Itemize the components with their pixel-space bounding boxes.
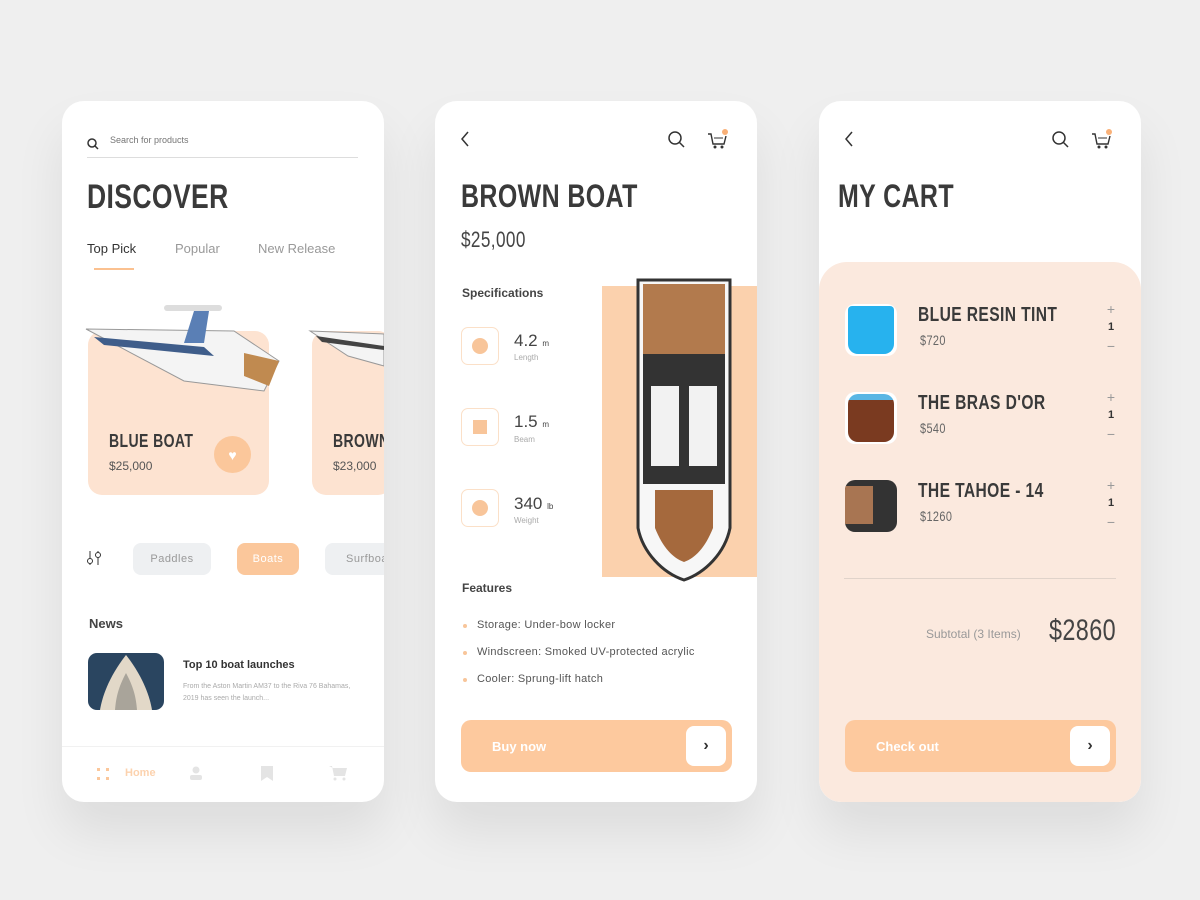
search-icon[interactable] — [668, 131, 686, 154]
cart-icon[interactable] — [707, 129, 729, 156]
checkout-button[interactable]: Check out › — [845, 720, 1116, 772]
cart-screen: MY CART BLUE RESIN TINT $720 +1 − THE BRA… — [819, 101, 1141, 802]
filter-icon[interactable] — [86, 549, 104, 567]
spec-beam-label: Beam — [514, 435, 535, 444]
spec-length-label: Length — [514, 353, 539, 362]
quantity-stepper[interactable]: +1 − — [1101, 302, 1121, 353]
profile-icon[interactable] — [189, 766, 203, 785]
search-input[interactable] — [110, 135, 356, 145]
back-icon[interactable] — [460, 131, 470, 152]
favorite-button[interactable]: ♥ — [214, 436, 251, 473]
search-underline — [87, 157, 358, 158]
product-title: BROWN BOAT — [461, 178, 638, 214]
category-surfboards[interactable]: Surfboards — [325, 543, 384, 575]
back-icon[interactable] — [844, 131, 854, 152]
beam-icon — [461, 408, 499, 446]
product-name: BLUE BOAT — [109, 431, 194, 451]
item-price: $540 — [920, 420, 946, 436]
nav-home[interactable]: Home — [125, 767, 156, 779]
product-detail-screen: BROWN BOAT $25,000 Specifications 4.2 m … — [435, 101, 757, 802]
checkout-label: Check out — [876, 738, 939, 754]
feature-item: Cooler: Sprung-lift hatch — [462, 673, 604, 685]
quantity-stepper[interactable]: +1 − — [1101, 390, 1121, 441]
item-price: $1260 — [920, 508, 953, 524]
nav-divider — [62, 746, 384, 747]
news-title[interactable]: Top 10 boat launches — [183, 659, 295, 671]
product-name: BROWN BOAT — [333, 431, 384, 451]
weight-icon — [461, 489, 499, 527]
divider — [844, 578, 1116, 579]
minus-button[interactable]: − — [1101, 427, 1121, 441]
blue-boat-image — [85, 305, 280, 392]
tab-new-release[interactable]: New Release — [258, 241, 335, 256]
brown-boat-image — [308, 330, 384, 367]
quantity-value: 1 — [1107, 409, 1115, 421]
news-heading: News — [89, 616, 123, 631]
item-name: BLUE RESIN TINT — [918, 304, 1058, 326]
feature-item: Storage: Under-bow locker — [462, 619, 616, 631]
features-heading: Features — [462, 581, 513, 595]
item-name: THE TAHOE - 14 — [918, 480, 1044, 502]
bookmark-icon[interactable] — [261, 766, 273, 786]
item-thumbnail — [845, 392, 897, 444]
search-icon — [87, 137, 99, 150]
chevron-right-icon: › — [1070, 726, 1110, 766]
discover-screen: DISCOVER Top Pick Popular New Release BL… — [62, 101, 384, 802]
spec-weight-label: Weight — [514, 516, 539, 525]
page-title: MY CART — [838, 178, 954, 214]
buy-now-button[interactable]: Buy now › — [461, 720, 732, 772]
item-thumbnail — [845, 304, 897, 356]
page-title: DISCOVER — [87, 178, 229, 216]
search-icon[interactable] — [1052, 131, 1070, 154]
category-paddles[interactable]: Paddles — [133, 543, 211, 575]
minus-button[interactable]: − — [1101, 339, 1121, 353]
category-boats[interactable]: Boats — [237, 543, 299, 575]
minus-button[interactable]: − — [1101, 515, 1121, 529]
cart-panel: BLUE RESIN TINT $720 +1 − THE BRAS D'OR $… — [819, 262, 1141, 802]
length-icon — [461, 327, 499, 365]
news-thumbnail[interactable] — [88, 653, 164, 710]
tab-top-pick[interactable]: Top Pick — [87, 241, 136, 256]
active-tab-indicator — [94, 268, 134, 270]
cart-icon[interactable] — [1091, 129, 1113, 156]
home-icon[interactable] — [97, 767, 109, 780]
spec-beam-value: 1.5 m — [514, 412, 550, 431]
plus-button[interactable]: + — [1101, 302, 1121, 316]
item-name: THE BRAS D'OR — [918, 392, 1046, 414]
quantity-value: 1 — [1107, 497, 1115, 509]
buy-now-label: Buy now — [492, 738, 547, 754]
subtotal-label: Subtotal (3 Items) — [926, 627, 1021, 641]
tab-popular[interactable]: Popular — [175, 241, 220, 256]
cart-icon[interactable] — [329, 765, 347, 786]
spec-length-value: 4.2 m — [514, 331, 550, 350]
quantity-stepper[interactable]: +1 − — [1101, 478, 1121, 529]
product-price: $25,000 — [461, 227, 526, 252]
plus-button[interactable]: + — [1101, 390, 1121, 404]
item-price: $720 — [920, 332, 946, 348]
product-price: $23,000 — [333, 459, 377, 473]
subtotal-value: $2860 — [1049, 614, 1117, 647]
chevron-right-icon: › — [686, 726, 726, 766]
product-price: $25,000 — [109, 459, 153, 473]
item-thumbnail — [845, 480, 897, 532]
boat-top-view-image — [636, 278, 732, 582]
plus-button[interactable]: + — [1101, 478, 1121, 492]
quantity-value: 1 — [1107, 321, 1115, 333]
specifications-heading: Specifications — [462, 286, 544, 300]
spec-weight-value: 340 lb — [514, 494, 554, 513]
news-excerpt: From the Aston Martin AM37 to the Riva 7… — [183, 683, 351, 702]
feature-item: Windscreen: Smoked UV-protected acrylic — [463, 646, 695, 658]
